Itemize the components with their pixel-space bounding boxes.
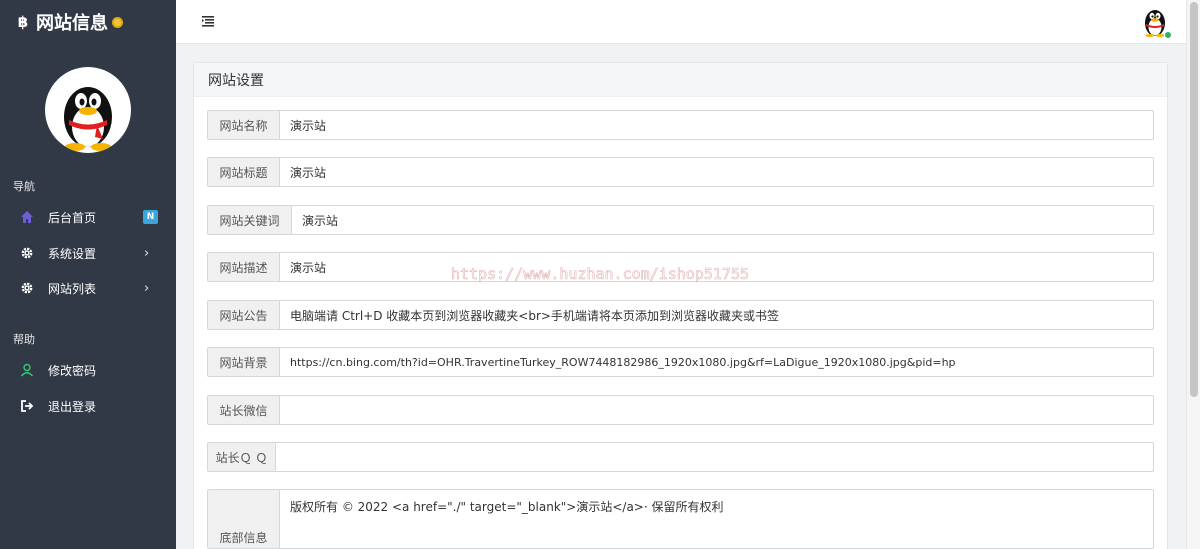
site-notice-input[interactable]: 电脑端请 Ctrl+D 收藏本页到浏览器收藏夹<br>手机端请将本页添加到浏览器… [279,300,1154,330]
site-description-input[interactable]: 演示站 [279,252,1154,282]
menu-toggle-icon[interactable] [201,14,217,30]
field-label: 站长Ｑ Ｑ [207,442,275,472]
gear-icon [19,245,35,261]
field-site-notice: 网站公告 电脑端请 Ctrl+D 收藏本页到浏览器收藏夹<br>手机端请将本页添… [207,300,1154,330]
field-label: 网站名称 [207,110,279,140]
sidebar-item-label: 后台首页 [48,210,97,225]
owner-wechat-input[interactable] [279,395,1154,425]
field-label: 底部信息 [207,489,279,549]
field-owner-wechat: 站长微信 [207,395,1154,425]
field-label: 网站标题 [207,157,279,187]
gear-icon [19,280,35,296]
sidebar-item-label: 系统设置 [48,246,97,261]
sidebar-item-dashboard[interactable]: 后台首页 N [0,202,176,232]
chevron-right-icon: › [144,245,150,261]
sidebar-item-label: 修改密码 [48,363,97,378]
page-scrollbar[interactable] [1186,0,1200,549]
field-label: 站长微信 [207,395,279,425]
user-icon [19,362,35,378]
sidebar: ฿ 网站信息 导航 后台首页 N 系统设置 › 网站列表 › 帮助 修改密码 退… [0,0,176,549]
field-label: 网站描述 [207,252,279,282]
help-section-header: 帮助 [13,333,35,346]
field-label: 网站关键词 [207,205,291,235]
field-site-background: 网站背景 https://cn.bing.com/th?id=OHR.Trave… [207,347,1154,377]
new-badge: N [143,210,158,224]
scrollbar-thumb[interactable] [1190,2,1198,397]
top-bar [176,0,1186,44]
sidebar-item-site-list[interactable]: 网站列表 › [0,273,176,303]
owner-qq-input[interactable] [275,442,1154,472]
bitcoin-icon: ฿ [17,13,29,31]
field-label: 网站背景 [207,347,279,377]
field-site-keywords: 网站关键词 演示站 [207,205,1154,235]
site-title-input[interactable]: 演示站 [279,157,1154,187]
sidebar-item-logout[interactable]: 退出登录 [0,391,176,421]
logout-icon [19,398,35,414]
field-site-description: 网站描述 演示站 [207,252,1154,282]
site-background-input[interactable]: https://cn.bing.com/th?id=OHR.Travertine… [279,347,1154,377]
brand-title: 网站信息 [36,13,108,34]
sidebar-item-label: 退出登录 [48,399,97,414]
field-site-title: 网站标题 演示站 [207,157,1154,187]
footer-info-textarea[interactable]: 版权所有 © 2022 <a href="./" target="_blank"… [279,489,1154,549]
online-status-indicator [1164,31,1172,39]
field-site-name: 网站名称 演示站 [207,110,1154,140]
field-owner-qq: 站长Ｑ Ｑ [207,442,1154,472]
verified-badge-icon [112,16,123,28]
home-icon [19,209,35,225]
sidebar-item-system-settings[interactable]: 系统设置 › [0,238,176,268]
field-label: 网站公告 [207,300,279,330]
sidebar-item-change-password[interactable]: 修改密码 [0,355,176,385]
site-settings-panel: 网站设置 网站名称 演示站 网站标题 演示站 网站关键词 演示站 网站描述 演示… [193,62,1168,549]
brand[interactable]: ฿ 网站信息 [0,0,176,44]
sidebar-item-label: 网站列表 [48,281,97,296]
panel-title: 网站设置 [194,63,1167,97]
site-keywords-input[interactable]: 演示站 [291,205,1154,235]
site-name-input[interactable]: 演示站 [279,110,1154,140]
avatar[interactable] [45,67,131,153]
field-footer-info: 底部信息 版权所有 © 2022 <a href="./" target="_b… [207,489,1154,549]
nav-section-header: 导航 [13,180,35,193]
chevron-right-icon: › [144,280,150,296]
